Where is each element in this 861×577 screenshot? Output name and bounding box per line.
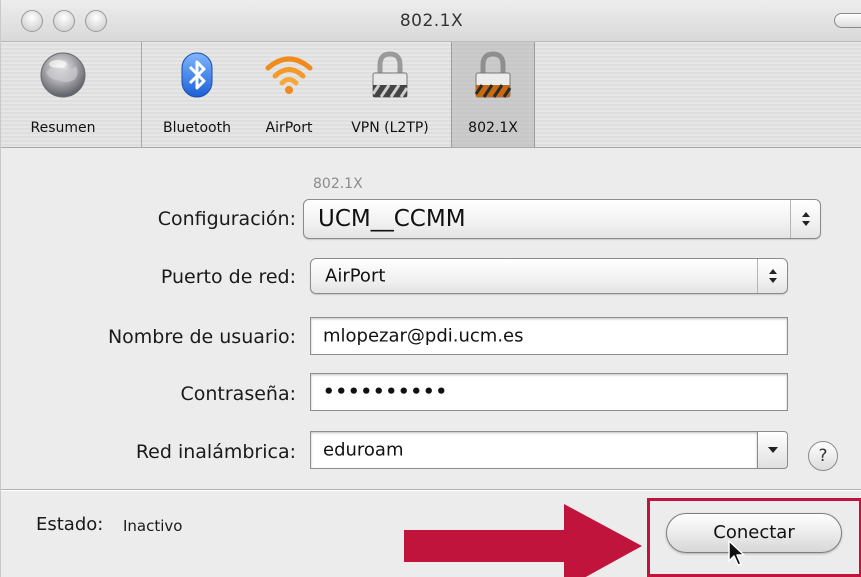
chevron-down-icon	[767, 447, 778, 453]
red-combo-button[interactable]	[757, 431, 788, 469]
puerto-label: Puerto de red:	[160, 266, 296, 288]
status-value: Inactivo	[123, 517, 183, 535]
configuracion-select[interactable]: UCM__CCMM	[303, 199, 821, 239]
toolbar-item-bluetooth[interactable]: Bluetooth	[149, 42, 245, 148]
content-pane: 802.1X Configuración: UCM__CCMM Puerto d…	[1, 149, 861, 577]
lock-icon	[474, 51, 512, 98]
toolbar-item-label: Resumen	[30, 120, 96, 136]
help-button[interactable]: ?	[808, 441, 838, 471]
updown-arrows-icon	[757, 259, 787, 293]
section-label: 802.1X	[313, 176, 363, 192]
usuario-label: Nombre de usuario:	[107, 326, 296, 348]
toolbar-item-resumen[interactable]: Resumen	[9, 42, 117, 148]
bluetooth-icon	[181, 52, 213, 98]
window-title: 802.1X	[399, 11, 464, 31]
toolbar-item-label: 802.1X	[468, 120, 518, 136]
toolbar: Resumen Bluetooth AirPort VPN (L2TP) 802…	[1, 42, 861, 148]
contrasena-label: Contraseña:	[180, 383, 296, 405]
toolbar-item-8021x[interactable]: 802.1X	[451, 42, 535, 148]
airport-wifi-icon	[265, 56, 313, 94]
red-value: eduroam	[323, 439, 404, 461]
puerto-value: AirPort	[325, 265, 386, 287]
globe-icon	[40, 52, 86, 98]
toolbar-item-label: VPN (L2TP)	[351, 120, 429, 136]
preferences-window: 802.1X Resumen Bluetooth AirPort VPN (L2…	[0, 0, 861, 577]
annotation-arrow-icon	[404, 504, 642, 577]
title-bar: 802.1X	[1, 0, 861, 42]
red-combo-field[interactable]: eduroam	[310, 431, 758, 469]
configuracion-label: Configuración:	[157, 208, 296, 230]
toolbar-separator	[141, 42, 142, 148]
puerto-select[interactable]: AirPort	[310, 258, 788, 294]
toolbar-toggle-button[interactable]	[834, 13, 861, 28]
lock-icon	[371, 51, 409, 98]
toolbar-item-airport[interactable]: AirPort	[249, 42, 329, 148]
connect-button[interactable]: Conectar	[666, 513, 842, 553]
status-label: Estado:	[36, 514, 104, 535]
password-value: ••••••••••	[323, 381, 449, 403]
mouse-cursor-icon	[728, 540, 745, 566]
updown-arrows-icon	[790, 200, 820, 238]
toolbar-item-vpn[interactable]: VPN (L2TP)	[335, 42, 445, 148]
configuracion-value: UCM__CCMM	[318, 206, 466, 232]
toolbar-item-label: Bluetooth	[163, 120, 231, 136]
divider-highlight	[1, 490, 861, 491]
password-field[interactable]: ••••••••••	[310, 373, 788, 411]
usuario-field[interactable]: mlopezar@pdi.ucm.es	[310, 317, 788, 355]
red-label: Red inalámbrica:	[135, 441, 296, 463]
usuario-value: mlopezar@pdi.ucm.es	[323, 325, 524, 347]
toolbar-item-label: AirPort	[265, 120, 313, 136]
